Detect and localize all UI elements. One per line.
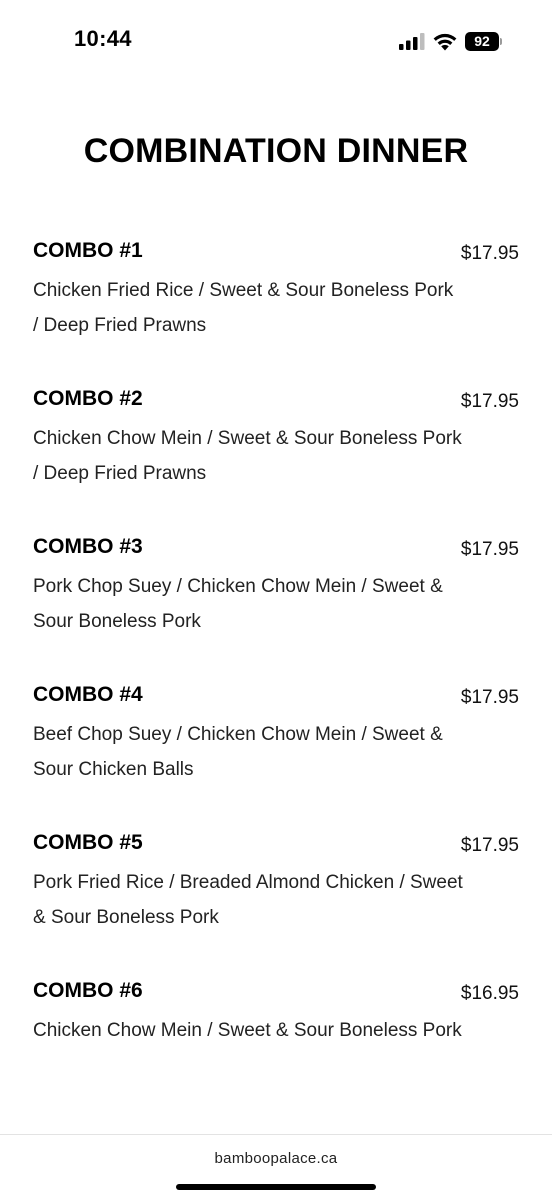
menu-item[interactable]: COMBO #4 $17.95 Beef Chop Suey / Chicken… [33,680,519,828]
wifi-icon [433,33,457,50]
menu-item-price: $17.95 [460,539,519,560]
battery-level: 92 [465,31,499,51]
menu-item[interactable]: COMBO #3 $17.95 Pork Chop Suey / Chicken… [33,532,519,680]
menu-item[interactable]: COMBO #5 $17.95 Pork Fried Rice / Breade… [33,828,519,976]
page-title: COMBINATION DINNER [83,132,469,170]
menu-item-name: COMBO #4 [33,683,143,706]
menu-item-header: COMBO #2 $17.95 [33,384,519,417]
menu-item-description: Beef Chop Suey / Chicken Chow Mein / Swe… [33,724,443,780]
menu-item-name: COMBO #2 [33,387,143,410]
menu-item-header: COMBO #6 $16.95 [33,976,519,1009]
signal-icon [399,33,425,50]
menu-item-description: Pork Chop Suey / Chicken Chow Mein / Swe… [33,576,443,632]
menu-item-name: COMBO #1 [33,239,143,262]
menu-item-name: COMBO #5 [33,831,143,854]
menu-item-price: $16.95 [460,983,519,1004]
menu-item-description: Chicken Fried Rice / Sweet & Sour Bonele… [33,280,454,336]
menu-item-price: $17.95 [460,243,519,264]
menu-item-header: COMBO #3 $17.95 [33,532,519,565]
menu-item-header: COMBO #1 $17.95 [33,236,519,269]
battery-tip [500,37,502,45]
menu-item-price: $17.95 [460,687,519,708]
menu-item-description: Chicken Chow Mein / Sweet & Sour Boneles… [33,428,462,484]
menu-item-header: COMBO #4 $17.95 [33,680,519,713]
menu-item-name: COMBO #3 [33,535,143,558]
menu-item[interactable]: COMBO #2 $17.95 Chicken Chow Mein / Swee… [33,384,519,532]
menu-item-price: $17.95 [460,391,519,412]
home-indicator[interactable] [176,1184,376,1190]
footer-url[interactable]: bamboopalace.ca [0,1150,552,1167]
menu-item[interactable]: COMBO #1 $17.95 Chicken Fried Rice / Swe… [33,236,519,384]
menu-item-price: $17.95 [460,835,519,856]
menu-item-name: COMBO #6 [33,979,143,1002]
status-icons: 92 [399,30,502,52]
menu-item-description: Pork Fried Rice / Breaded Almond Chicken… [33,872,463,928]
menu-item-description: Chicken Chow Mein / Sweet & Sour Boneles… [33,1020,462,1041]
menu-list: COMBO #1 $17.95 Chicken Fried Rice / Swe… [33,236,519,1124]
battery-icon: 92 [465,31,502,51]
status-bar: 10:44 92 [0,0,552,80]
menu-item-header: COMBO #5 $17.95 [33,828,519,861]
status-time: 10:44 [74,26,132,51]
menu-item[interactable]: COMBO #6 $16.95 Chicken Chow Mein / Swee… [33,976,519,1124]
footer-divider [0,1134,552,1135]
